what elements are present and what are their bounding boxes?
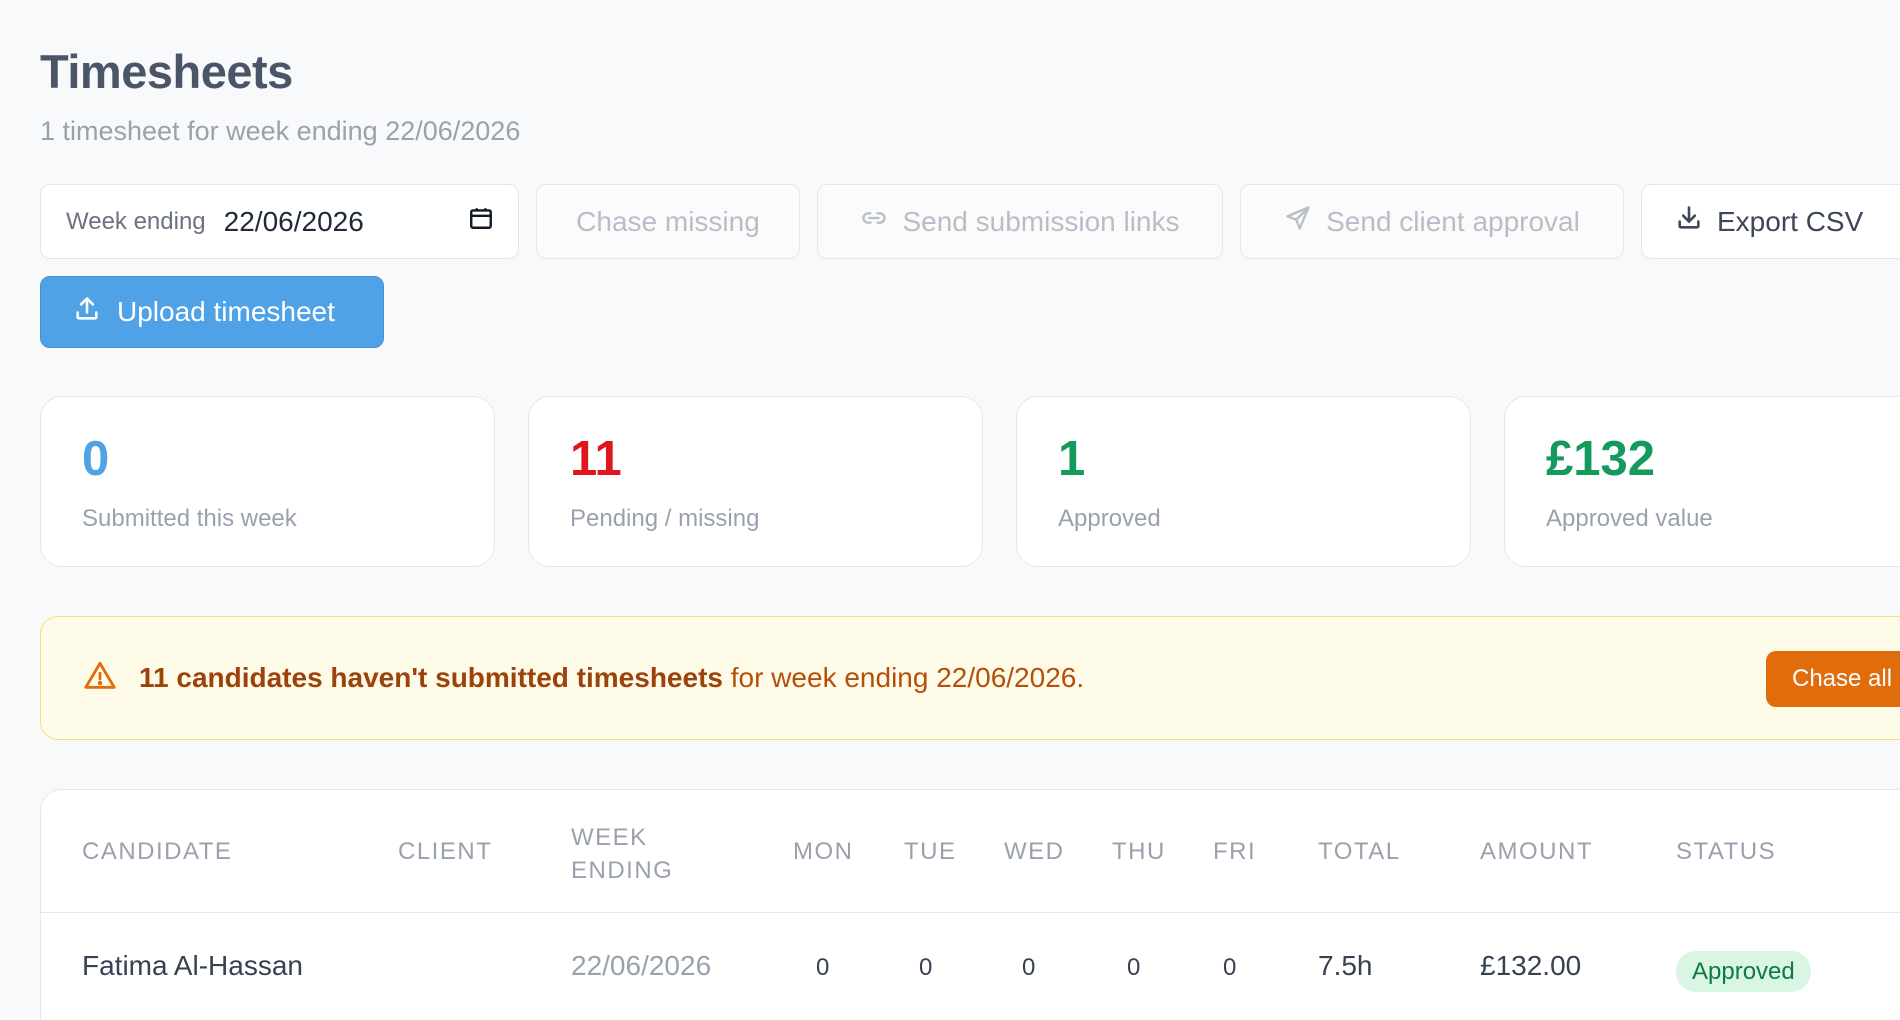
column-header-wed[interactable]: WED — [1004, 838, 1065, 866]
column-header-week-ending[interactable]: WEEK ENDING — [571, 821, 673, 887]
upload-timesheet-label: Upload timesheet — [117, 296, 335, 327]
stat-value: 11 — [570, 432, 622, 486]
export-csv-label: Export CSV — [1717, 205, 1864, 237]
stats-row: 0 Submitted this week 11 Pending / missi… — [40, 396, 1900, 567]
page-title: Timesheets — [40, 45, 293, 98]
send-client-approval-label: Send client approval — [1326, 205, 1580, 237]
stat-card-pending: 11 Pending / missing — [528, 396, 983, 567]
cell-amount: £132.00 — [1480, 950, 1582, 981]
upload-icon — [73, 295, 101, 330]
status-badge: Approved — [1676, 951, 1811, 992]
cell-candidate[interactable]: Fatima Al-Hassan — [82, 950, 303, 982]
cell-mon: 0 — [816, 954, 830, 981]
export-csv-button[interactable]: Export CSV — [1641, 184, 1900, 259]
chase-missing-label: Chase missing — [576, 205, 760, 237]
table-header: CANDIDATE CLIENT WEEK ENDING MON TUE WED… — [41, 790, 1900, 913]
chase-missing-button[interactable]: Chase missing — [536, 184, 800, 259]
column-header-client[interactable]: CLIENT — [398, 838, 492, 866]
week-ending-label: Week ending — [66, 207, 206, 235]
send-submission-links-label: Send submission links — [902, 205, 1180, 237]
column-header-total[interactable]: TOTAL — [1318, 838, 1401, 866]
stat-card-submitted: 0 Submitted this week — [40, 396, 495, 567]
send-icon — [1284, 204, 1312, 239]
calendar-icon[interactable] — [468, 205, 494, 238]
stat-card-approved: 1 Approved — [1016, 396, 1471, 567]
alert-rest-text: for week ending 22/06/2026. — [722, 662, 1085, 693]
timesheets-table: CANDIDATE CLIENT WEEK ENDING MON TUE WED… — [40, 789, 1900, 1020]
stat-label: Approved — [1058, 505, 1161, 532]
stat-label: Submitted this week — [82, 505, 297, 532]
stat-label: Pending / missing — [570, 505, 760, 532]
cell-total: 7.5h — [1318, 950, 1373, 981]
link-icon — [860, 204, 888, 239]
cell-tue: 0 — [919, 954, 933, 981]
cell-fri: 0 — [1223, 954, 1237, 981]
week-ending-picker[interactable]: Week ending 22/06/2026 — [40, 184, 519, 259]
toolbar: Week ending 22/06/2026 Chase missing Sen… — [40, 184, 1900, 259]
column-header-amount[interactable]: AMOUNT — [1480, 838, 1593, 866]
stat-value: 1 — [1058, 432, 1086, 486]
send-submission-links-button[interactable]: Send submission links — [817, 184, 1223, 259]
column-header-status[interactable]: STATUS — [1676, 838, 1776, 866]
week-ending-input[interactable]: 22/06/2026 — [224, 206, 468, 238]
stat-value: £132 — [1546, 432, 1656, 486]
missing-timesheets-alert: 11 candidates haven't submitted timeshee… — [40, 616, 1900, 740]
column-header-thu[interactable]: THU — [1112, 838, 1166, 866]
cell-thu: 0 — [1127, 954, 1141, 981]
cell-wed: 0 — [1022, 954, 1036, 981]
chase-all-button[interactable]: Chase all — [1766, 651, 1900, 707]
warning-icon — [83, 659, 139, 698]
stat-value: 0 — [82, 432, 110, 486]
stat-label: Approved value — [1546, 505, 1713, 532]
download-icon — [1675, 204, 1703, 239]
column-header-mon[interactable]: MON — [793, 838, 854, 866]
page-subtitle: 1 timesheet for week ending 22/06/2026 — [40, 116, 521, 146]
alert-strong-text: 11 candidates haven't submitted timeshee… — [139, 662, 723, 693]
send-client-approval-button[interactable]: Send client approval — [1240, 184, 1624, 259]
column-header-tue[interactable]: TUE — [904, 838, 957, 866]
stat-card-approved-value: £132 Approved value — [1504, 396, 1900, 567]
column-header-fri[interactable]: FRI — [1213, 838, 1256, 866]
column-header-candidate[interactable]: CANDIDATE — [82, 838, 232, 866]
timesheets-page: Timesheets 1 timesheet for week ending 2… — [0, 0, 1900, 1020]
alert-message: 11 candidates haven't submitted timeshee… — [139, 662, 1084, 694]
upload-timesheet-button[interactable]: Upload timesheet — [40, 276, 384, 348]
cell-week-ending: 22/06/2026 — [571, 950, 712, 981]
